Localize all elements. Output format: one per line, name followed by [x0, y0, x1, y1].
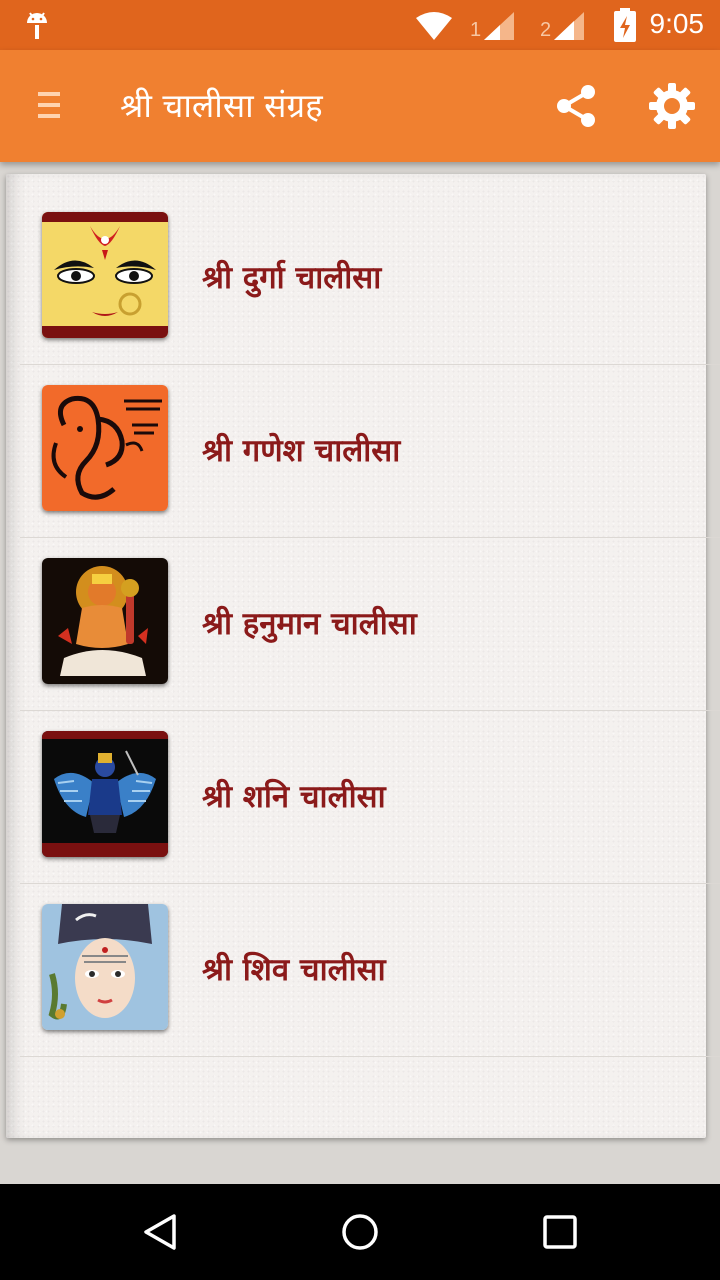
sim2-label: 2 [540, 19, 551, 41]
home-circle-icon[interactable] [340, 1212, 380, 1252]
chalisa-list: श्री दुर्गा चालीसा श्री गणेश चालीसा श्री… [20, 192, 720, 1057]
status-time: 9:05 [649, 8, 705, 39]
list-item-ganesh[interactable]: श्री गणेश चालीसा [20, 365, 720, 538]
share-icon[interactable] [552, 82, 600, 130]
sim1-label: 1 [470, 19, 481, 41]
recents-square-icon[interactable] [540, 1212, 580, 1252]
list-item-label: श्री शनि चालीसा [202, 779, 386, 815]
status-bar: 1 2 9:05 [0, 0, 720, 50]
list-item-label: श्री दुर्गा चालीसा [202, 260, 382, 296]
hamburger-menu-icon[interactable] [38, 88, 62, 122]
hanuman-image [42, 558, 168, 684]
battery-charging-icon [614, 8, 636, 42]
shani-image [42, 731, 168, 857]
list-item-durga[interactable]: श्री दुर्गा चालीसा [20, 192, 720, 365]
wifi-icon [416, 12, 452, 40]
list-item-hanuman[interactable]: श्री हनुमान चालीसा [20, 538, 720, 711]
shiv-image [42, 904, 168, 1030]
list-item-shiv[interactable]: श्री शिव चालीसा [20, 884, 720, 1057]
durga-image [42, 212, 168, 338]
ganesh-image [42, 385, 168, 511]
gear-icon[interactable] [648, 82, 696, 130]
android-debug-icon [27, 12, 47, 39]
list-item-label: श्री शिव चालीसा [202, 952, 386, 988]
navigation-bar [0, 1184, 720, 1280]
app-bar: श्री चालीसा संग्रह [0, 50, 720, 162]
app-title: श्री चालीसा संग्रह [120, 86, 323, 125]
back-triangle-icon[interactable] [140, 1212, 180, 1252]
signal-sim2: 2 [540, 12, 590, 46]
signal-sim1: 1 [470, 12, 520, 46]
list-item-label: श्री गणेश चालीसा [202, 433, 401, 469]
list-item-shani[interactable]: श्री शनि चालीसा [20, 711, 720, 884]
list-item-label: श्री हनुमान चालीसा [202, 606, 417, 642]
